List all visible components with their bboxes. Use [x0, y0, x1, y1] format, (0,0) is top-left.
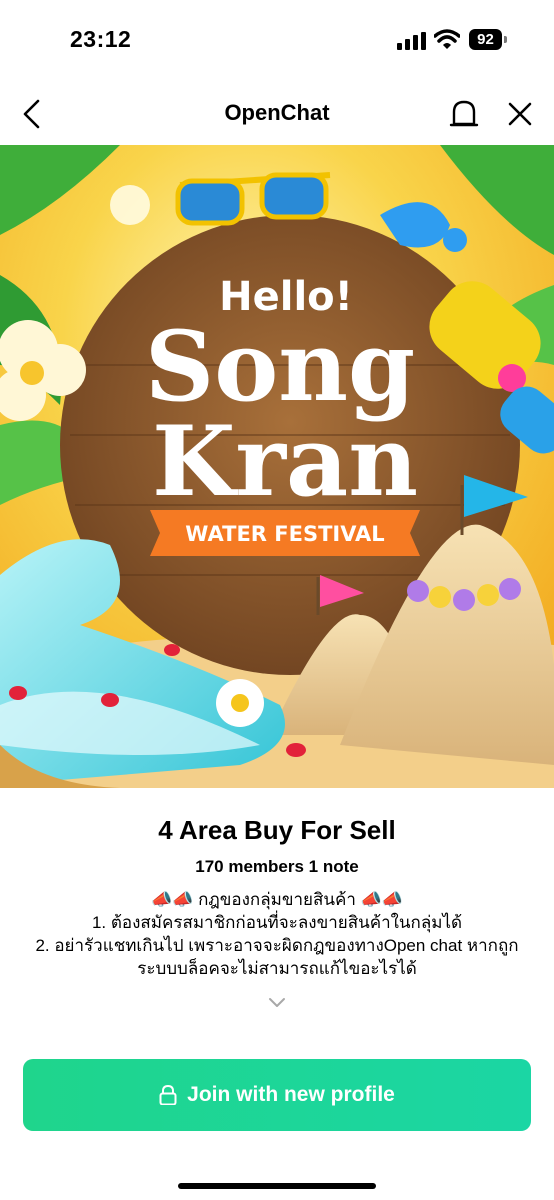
bell-icon[interactable] [448, 98, 480, 130]
group-description: 📣📣 กฎของกลุ่มขายสินค้า 📣📣 1. ต้องสมัครสม… [10, 888, 544, 980]
home-indicator [178, 1183, 376, 1189]
description-line: 📣📣 กฎของกลุ่มขายสินค้า 📣📣 [151, 890, 403, 909]
description-line: 1. ต้องสมัครสมาชิกก่อนที่จะลงขายสินค้าใน… [91, 913, 463, 932]
group-meta: 170 members 1 note [195, 857, 359, 876]
status-time: 23:12 [70, 26, 132, 52]
banner-festival: WATER FESTIVAL [185, 522, 384, 546]
chevron-down-icon[interactable] [268, 997, 286, 1009]
join-button[interactable]: Join with new profile [23, 1059, 531, 1131]
nav-bar: OpenChat [0, 86, 554, 142]
group-name: 4 Area Buy For Sell [158, 815, 396, 845]
status-bar: 23:12 92 [0, 0, 554, 80]
description-line: ระบบบล็อคจะไม่สามารถแก้ไขอะไรได้ [137, 959, 417, 978]
signal-icon [397, 32, 426, 50]
wifi-icon [434, 29, 460, 49]
banner-kran: Kran [152, 405, 418, 518]
description-line: 2. อย่ารัวแชทเกินไป เพราะอาจจะผิดกฎของทา… [35, 936, 519, 955]
cover-image: Hello! Song Kran WATER FESTIVAL [0, 145, 554, 788]
battery-level: 92 [469, 29, 502, 50]
lock-icon [159, 1085, 177, 1105]
battery-icon: 92 [469, 29, 507, 51]
join-button-label: Join with new profile [187, 1083, 395, 1106]
close-icon[interactable] [506, 100, 534, 128]
